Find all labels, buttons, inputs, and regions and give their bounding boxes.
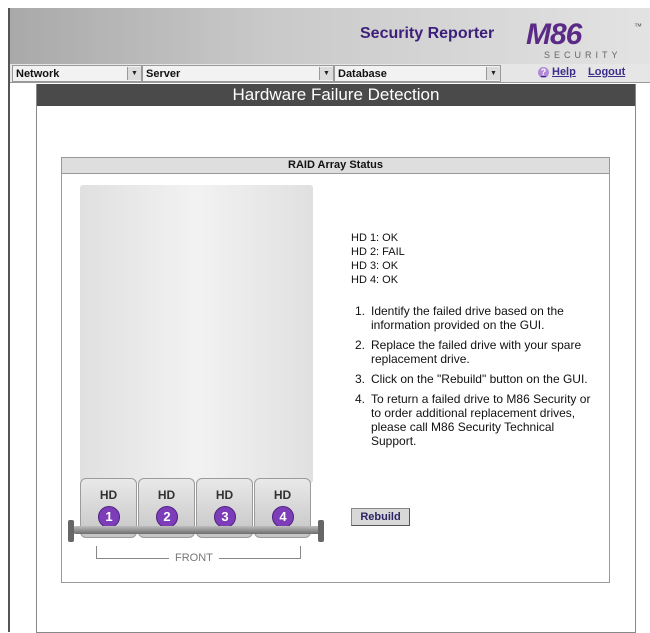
drive-hd-label: HD <box>157 488 176 502</box>
drive-rail-right-handle <box>318 520 324 542</box>
step-number: 4. <box>355 392 366 406</box>
database-menu[interactable]: Database ▼ <box>334 65 501 82</box>
rebuild-button[interactable]: Rebuild <box>351 508 410 526</box>
step-item: 2. Replace the failed drive with your spa… <box>351 338 601 366</box>
drive-number-badge: 1 <box>98 506 120 528</box>
chevron-down-icon[interactable]: ▼ <box>319 67 333 80</box>
drive-status-2: HD 2: FAIL <box>351 246 405 258</box>
raid-status-box: RAID Array Status HD 1 HD 2 HD 3 HD 4 FR… <box>61 157 610 583</box>
help-icon[interactable]: ? <box>538 66 549 78</box>
logo-main-text: M86 <box>526 18 582 51</box>
step-text: Click on the "Rebuild" button on the GUI… <box>371 372 588 386</box>
drive-cage-image <box>80 185 313 483</box>
database-menu-label: Database <box>338 67 387 80</box>
drive-status-3: HD 3: OK <box>351 260 399 272</box>
drive-status-4: HD 4: OK <box>351 274 399 286</box>
network-menu-label: Network <box>16 67 60 80</box>
step-item: 4. To return a failed drive to M86 Securi… <box>351 392 601 448</box>
app-title: Security Reporter <box>360 25 495 42</box>
drive-rail <box>72 526 322 534</box>
drive-number-badge: 3 <box>214 506 236 528</box>
step-text: To return a failed drive to M86 Security… <box>371 392 591 448</box>
app-window: Security Reporter M86 ™ SECURITY Network… <box>8 8 650 633</box>
network-menu[interactable]: Network ▼ <box>12 65 142 82</box>
server-menu-label: Server <box>146 67 181 80</box>
logo-sub-text: SECURITY <box>544 50 622 60</box>
step-number: 3. <box>355 372 366 386</box>
drive-status-list: HD 1: OK HD 2: FAIL HD 3: OK HD 4: OK <box>351 231 405 287</box>
drive-status-1: HD 1: OK <box>351 232 399 244</box>
drive-number-badge: 4 <box>272 506 294 528</box>
step-text: Identify the failed drive based on the i… <box>371 304 564 332</box>
server-menu[interactable]: Server ▼ <box>142 65 334 82</box>
step-text: Replace the failed drive with your spare… <box>371 338 582 366</box>
step-number: 2. <box>355 338 366 352</box>
raid-status-header: RAID Array Status <box>62 158 609 174</box>
logout-link[interactable]: Logout <box>588 66 625 78</box>
help-link-label[interactable]: Help <box>552 66 576 78</box>
step-number: 1. <box>355 304 366 318</box>
nav-bar: Network ▼ Server ▼ Database ▼ ? Help Log… <box>10 64 650 83</box>
drive-hd-label: HD <box>215 488 234 502</box>
panel-title: Hardware Failure Detection <box>37 84 635 106</box>
drive-rail-left-handle <box>68 520 74 542</box>
app-header: Security Reporter M86 ™ SECURITY <box>10 8 650 65</box>
chevron-down-icon[interactable]: ▼ <box>127 67 141 80</box>
chevron-down-icon[interactable]: ▼ <box>486 67 500 80</box>
step-item: 1. Identify the failed drive based on the… <box>351 304 601 332</box>
hardware-failure-panel: Hardware Failure Detection RAID Array St… <box>36 84 636 633</box>
step-item: 3. Click on the "Rebuild" button on the G… <box>351 372 601 386</box>
drive-number-badge: 2 <box>156 506 178 528</box>
m86-logo: M86 ™ SECURITY <box>506 18 646 64</box>
front-label: FRONT <box>169 552 219 564</box>
drive-hd-label: HD <box>99 488 118 502</box>
logo-trademark: ™ <box>634 22 642 31</box>
help-link[interactable]: ? Help <box>538 66 576 78</box>
drive-hd-label: HD <box>273 488 292 502</box>
instruction-steps: 1. Identify the failed drive based on the… <box>351 304 601 454</box>
